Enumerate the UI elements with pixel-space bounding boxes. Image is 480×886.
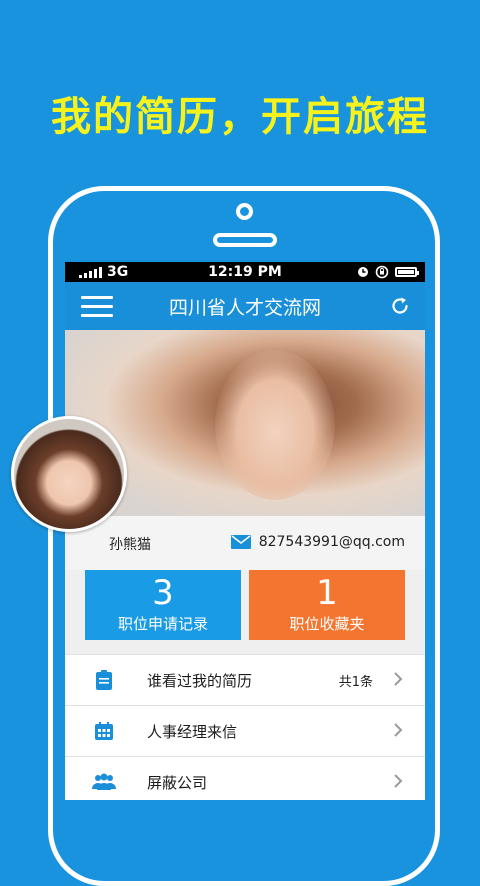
app-header: 四川省人才交流网	[65, 282, 425, 330]
menu-button[interactable]	[81, 296, 113, 318]
user-email: 827543991@qq.com	[258, 534, 405, 550]
phone-camera-icon	[236, 203, 253, 220]
clipboard-icon	[96, 670, 112, 690]
mail-icon	[230, 535, 251, 549]
chevron-right-icon	[394, 723, 403, 737]
menu-item-blocked-companies[interactable]: 屏蔽公司	[65, 756, 425, 800]
status-bar: 3G 12:19 PM	[65, 262, 425, 282]
favorites-count: 1	[316, 572, 338, 613]
calendar-icon	[95, 722, 113, 740]
stats-row: 3 职位申请记录 1 职位收藏夹	[65, 568, 425, 640]
users-icon	[92, 773, 116, 790]
refresh-icon[interactable]	[389, 295, 411, 317]
favorites-button[interactable]: 1 职位收藏夹	[249, 568, 405, 640]
menu-item-label: 人事经理来信	[147, 722, 238, 741]
rotation-lock-icon	[375, 265, 389, 279]
applications-count: 3	[152, 572, 174, 613]
battery-icon	[395, 267, 419, 277]
menu-item-label: 屏蔽公司	[147, 773, 208, 792]
chevron-right-icon	[394, 774, 403, 788]
menu-list: 谁看过我的简历 共1条 人事经理来信 屏蔽公司	[65, 654, 425, 800]
user-name: 孙熊猫	[109, 537, 151, 553]
avatar[interactable]	[11, 416, 127, 532]
app-screen: 3G 12:19 PM 四川省人才交流网 孙熊猫 827543991@qq.co…	[65, 262, 425, 800]
chevron-right-icon	[394, 672, 403, 686]
user-info-row: 孙熊猫 827543991@qq.com	[65, 516, 425, 570]
phone-speaker-icon	[213, 233, 277, 247]
menu-item-hr-letters[interactable]: 人事经理来信	[65, 705, 425, 756]
viewer-count: 共1条	[338, 674, 373, 690]
alarm-icon	[358, 267, 368, 277]
menu-item-label: 谁看过我的简历	[147, 671, 253, 690]
app-title: 四川省人才交流网	[168, 296, 321, 319]
menu-item-resume-viewers[interactable]: 谁看过我的简历 共1条	[65, 654, 425, 705]
applications-label: 职位申请记录	[117, 614, 208, 633]
applications-button[interactable]: 3 职位申请记录	[85, 568, 241, 640]
favorites-label: 职位收藏夹	[289, 614, 365, 633]
slogan: 我的简历，开启旅程	[51, 94, 429, 140]
